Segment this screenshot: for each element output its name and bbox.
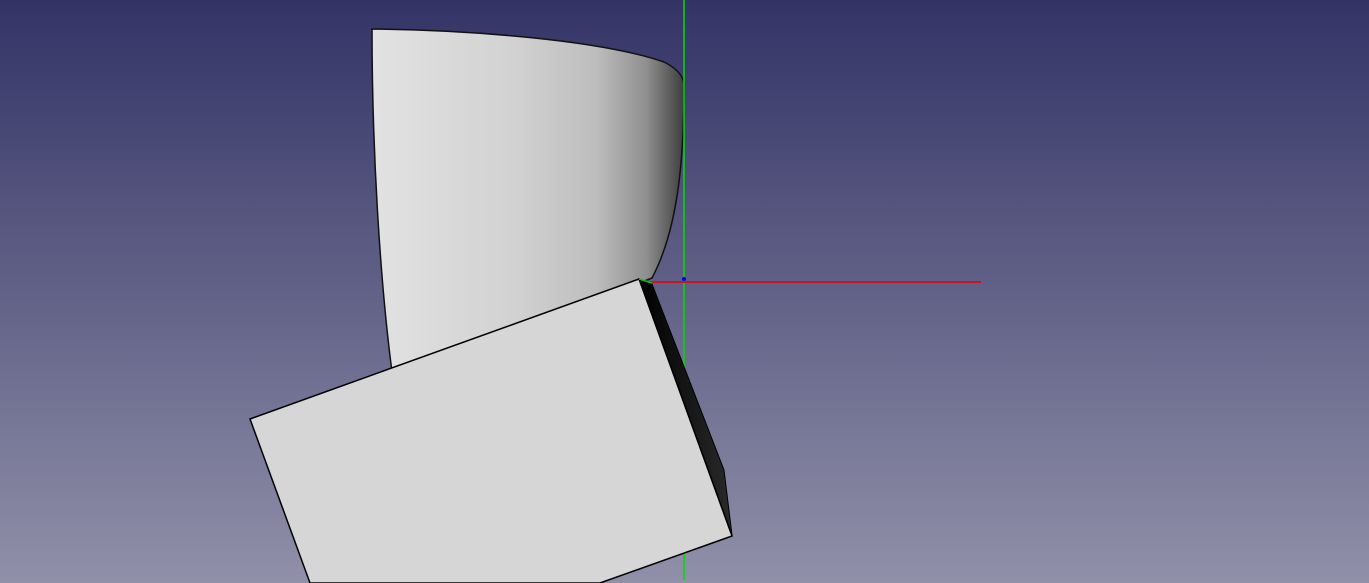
- z-axis-origin-marker: [682, 277, 686, 281]
- 3d-viewport[interactable]: [0, 0, 1369, 583]
- scene-canvas[interactable]: [0, 0, 1369, 583]
